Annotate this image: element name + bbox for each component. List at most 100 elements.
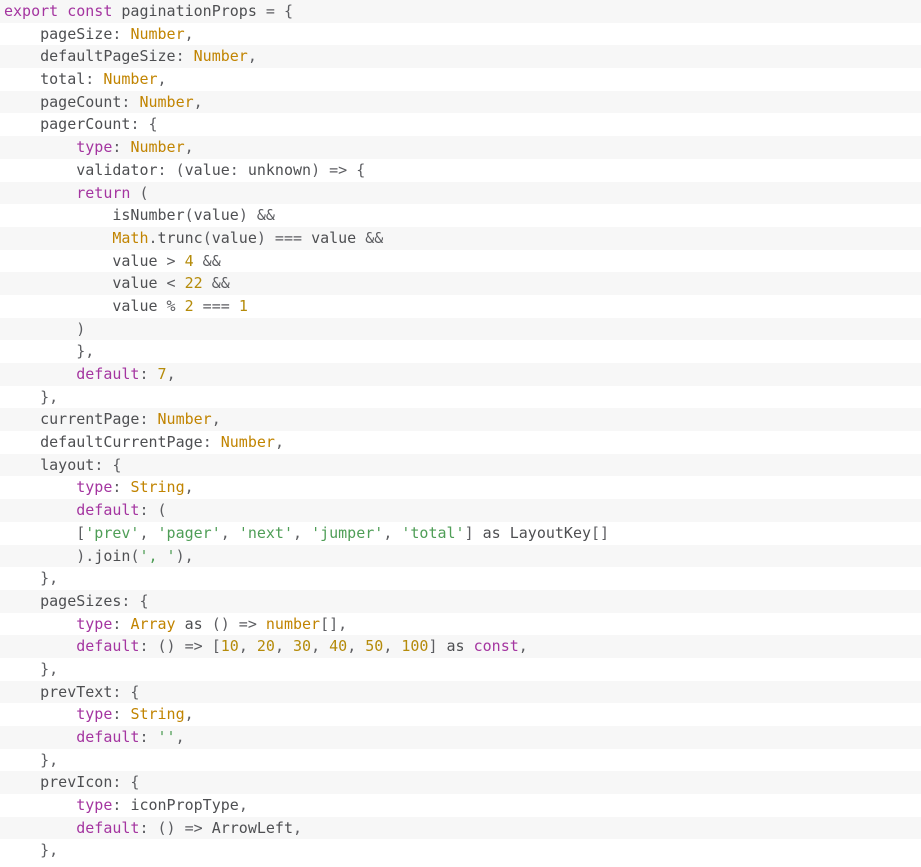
- code-line[interactable]: default: (: [0, 499, 921, 522]
- code-line[interactable]: },: [0, 657, 921, 681]
- code-line[interactable]: value % 2 === 1: [0, 294, 921, 318]
- code-line[interactable]: },: [0, 567, 921, 590]
- code-line[interactable]: default: 7,: [0, 363, 921, 386]
- code-token-punct: ,: [139, 523, 158, 542]
- code-viewer[interactable]: export const paginationProps = { pageSiz…: [0, 0, 921, 867]
- code-token-ident: value: [184, 160, 230, 179]
- code-token-punct: ,: [518, 637, 528, 656]
- code-token-ident: isNumber: [112, 206, 185, 225]
- code-token-punct: ,: [238, 637, 257, 656]
- code-line[interactable]: type: String,: [0, 703, 921, 726]
- code-token-punct: :: [112, 24, 131, 43]
- code-line[interactable]: validator: (value: unknown) => {: [0, 158, 921, 182]
- code-line[interactable]: type: String,: [0, 476, 921, 500]
- code-token-number: 22: [184, 274, 203, 293]
- code-token-punct: ).: [4, 546, 95, 565]
- code-token-type: Number: [220, 433, 275, 452]
- code-line[interactable]: pageSizes: {: [0, 589, 921, 613]
- code-token-number: 100: [401, 637, 429, 656]
- code-line[interactable]: currentPage: Number,: [0, 408, 921, 432]
- code-line[interactable]: ): [0, 317, 921, 341]
- code-token-type: String: [130, 478, 185, 497]
- code-token-number: 2: [184, 296, 194, 315]
- code-token-punct: },: [40, 841, 59, 860]
- code-token-punct: : () => [: [139, 637, 221, 656]
- code-line[interactable]: type: iconPropType,: [0, 794, 921, 817]
- code-token-ident: value: [311, 228, 357, 247]
- code-line[interactable]: ['prev', 'pager', 'next', 'jumper', 'tot…: [0, 521, 921, 545]
- code-token-type: Number: [157, 410, 212, 429]
- code-line[interactable]: default: () => ArrowLeft,: [0, 816, 921, 840]
- code-token-punct: ,: [383, 637, 402, 656]
- code-token-string: 'next': [238, 523, 293, 542]
- code-line[interactable]: },: [0, 748, 921, 772]
- code-token-keyword: default: [76, 501, 140, 520]
- code-token-ident: as: [446, 637, 465, 656]
- code-line[interactable]: export const paginationProps = {: [0, 0, 921, 23]
- code-token-punct: },: [40, 750, 59, 769]
- code-token-punct: : {: [130, 115, 158, 134]
- code-line[interactable]: pageSize: Number,: [0, 22, 921, 46]
- code-line[interactable]: type: Array as () => number[],: [0, 612, 921, 636]
- code-token-string: '': [157, 728, 176, 746]
- code-token-punct: &&: [202, 274, 230, 293]
- code-token-ident: value: [193, 206, 239, 225]
- code-line[interactable]: },: [0, 385, 921, 409]
- code-token-ident: as: [184, 614, 203, 633]
- code-line[interactable]: type: Number,: [0, 136, 921, 159]
- code-line[interactable]: },: [0, 839, 921, 863]
- code-token-keyword: return: [76, 183, 131, 202]
- code-line[interactable]: default: () => [10, 20, 30, 40, 50, 100]…: [0, 635, 921, 658]
- code-line[interactable]: return (: [0, 181, 921, 205]
- code-line[interactable]: value > 4 &&: [0, 249, 921, 273]
- code-token-punct: []: [591, 523, 610, 542]
- code-line[interactable]: value < 22 &&: [0, 272, 921, 295]
- code-line[interactable]: Math.trunc(value) === value &&: [0, 226, 921, 250]
- code-token-ident: layout: [40, 455, 95, 474]
- code-token-number: 10: [220, 637, 239, 656]
- code-token-punct: [],: [320, 614, 348, 633]
- code-line[interactable]: isNumber(value) &&: [0, 204, 921, 227]
- code-token-ident: value: [112, 296, 158, 315]
- code-token-keyword: export: [4, 2, 59, 20]
- code-token-punct: :: [139, 410, 158, 429]
- code-token-keyword: default: [76, 728, 140, 746]
- code-token-punct: ) &&: [238, 206, 275, 225]
- code-token-punct: :: [112, 478, 131, 497]
- code-token-number: 1: [238, 296, 248, 315]
- code-line[interactable]: pageCount: Number,: [0, 90, 921, 114]
- code-token-keyword: default: [76, 818, 140, 837]
- code-token-punct: = {: [256, 2, 293, 20]
- code-token-keyword: const: [67, 2, 113, 20]
- code-line[interactable]: },: [0, 340, 921, 363]
- code-token-punct: ) ===: [256, 228, 312, 247]
- code-token-punct: <: [157, 274, 185, 293]
- code-token-punct: : {: [112, 682, 140, 701]
- code-token-type: Number: [130, 138, 185, 157]
- code-line[interactable]: total: Number,: [0, 68, 921, 91]
- code-line[interactable]: default: '',: [0, 726, 921, 749]
- code-line[interactable]: pagerCount: {: [0, 113, 921, 137]
- code-token-punct: },: [40, 659, 59, 678]
- code-line[interactable]: defaultPageSize: Number,: [0, 45, 921, 69]
- code-line[interactable]: prevText: {: [0, 680, 921, 704]
- code-line[interactable]: ).join(', '),: [0, 544, 921, 568]
- code-token-number: 50: [365, 637, 384, 656]
- code-line[interactable]: prevIcon: {: [0, 771, 921, 795]
- code-line[interactable]: defaultCurrentPage: Number,: [0, 431, 921, 454]
- code-token-ident: value: [211, 228, 257, 247]
- code-line[interactable]: layout: {: [0, 453, 921, 477]
